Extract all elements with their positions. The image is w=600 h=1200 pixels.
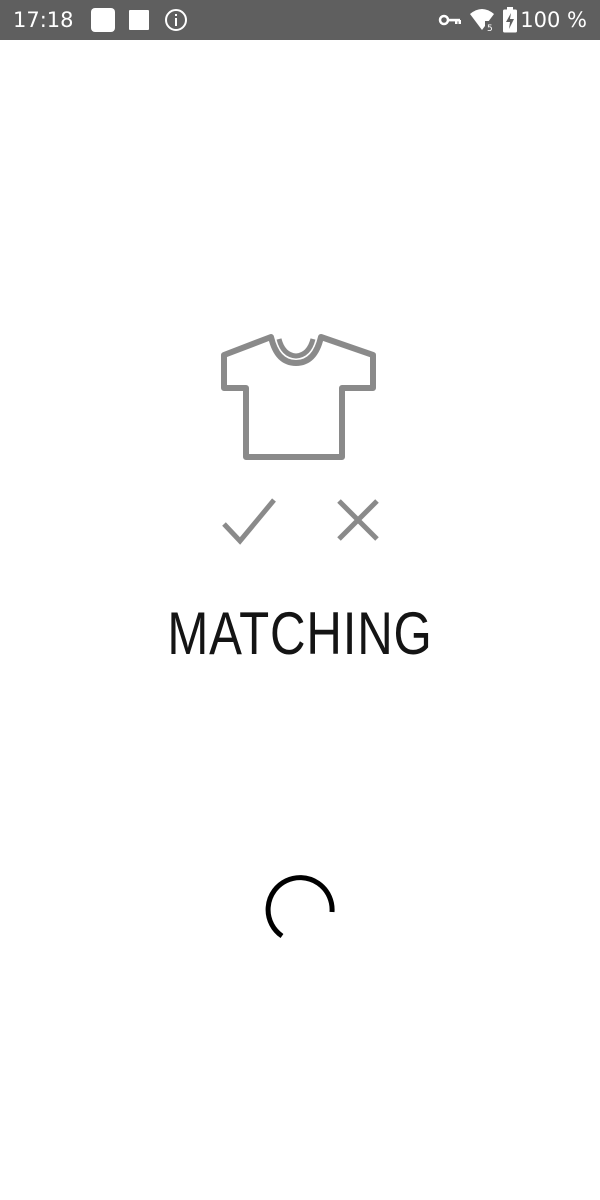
checkmark-icon [222,498,276,545]
svg-text:5: 5 [487,24,493,32]
battery-percentage: 100 % [520,8,587,32]
wifi-icon: 5 [470,9,495,32]
square-notification-icon [129,10,149,30]
battery-charging-icon [503,7,517,33]
vpn-key-icon [438,14,461,26]
status-time: 17:18 [13,8,74,32]
t-shirt-icon [221,334,376,460]
cross-icon [337,499,379,541]
status-bar: 17:18 5 100 % [0,0,600,40]
matching-title: MATCHING [167,600,433,667]
info-icon [165,9,187,31]
loading-spinner-icon [265,875,335,939]
app-notification-icon [91,8,115,32]
